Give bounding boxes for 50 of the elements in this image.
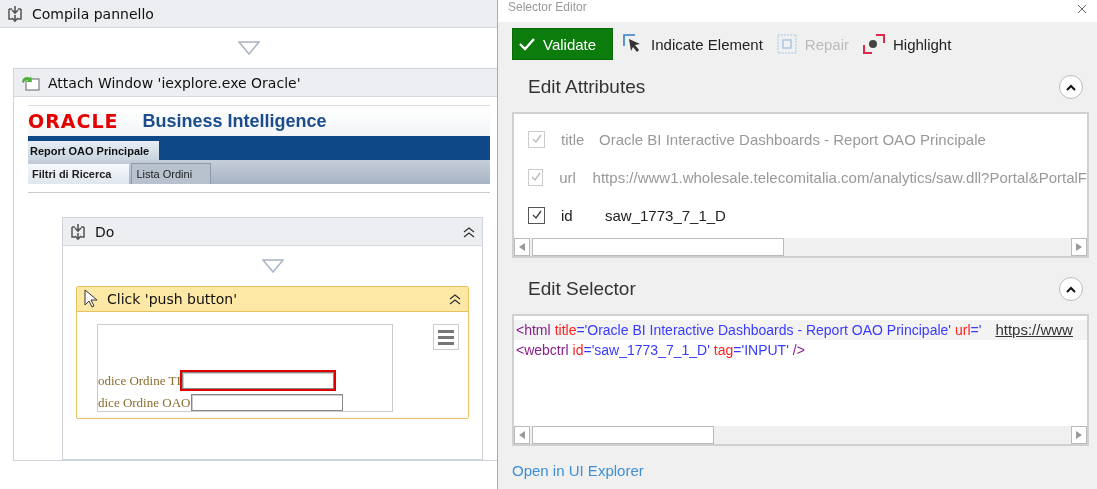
checkmark-icon — [530, 133, 543, 145]
selector-editor-field[interactable]: <html title='Oracle BI Interactive Dashboards - Report OAO Principale' url=' https://www <webctrl id='saw_1773_7_1_D' tag='INPUT' /> — [512, 314, 1089, 446]
checkbox[interactable] — [528, 206, 545, 224]
chevron-up-icon — [1065, 285, 1077, 293]
cursor-icon — [83, 289, 99, 309]
scroll-right-icon[interactable] — [1076, 431, 1082, 439]
drop-arrow-icon — [261, 259, 284, 273]
indicate-button[interactable]: Indicate Element — [619, 28, 767, 60]
attribute-name: url — [559, 168, 577, 186]
attribute-value: saw_1773_7_1_D — [605, 206, 726, 224]
sequence-icon — [69, 222, 87, 241]
drop-arrow-icon — [237, 41, 260, 55]
horizontal-scrollbar[interactable] — [514, 426, 1087, 444]
attribute-value: Oracle BI Interactive Dashboards - Report OAO Principale — [599, 130, 986, 148]
highlight-button[interactable]: Highlight — [859, 28, 956, 60]
activity-title: Compila pannello — [32, 5, 155, 22]
dialog-title: Selector Editor — [508, 0, 587, 14]
attribute-name: id — [561, 206, 574, 224]
attribute-name: title — [561, 130, 586, 148]
field-label: dice Ordine OAO — [98, 394, 191, 411]
section-title: Edit Attributes — [528, 76, 646, 98]
close-icon[interactable] — [1077, 4, 1087, 14]
checkmark-icon — [530, 209, 543, 221]
scroll-left-icon[interactable] — [519, 243, 525, 251]
collapse-button[interactable] — [1059, 277, 1083, 301]
attribute-value: https://www1.wholesale.telecomitalia.com/analytics/saw.dll?Portal&PortalF — [592, 168, 1087, 186]
horizontal-scrollbar[interactable] — [514, 238, 1087, 256]
product-title: Business Intelligence — [142, 110, 327, 132]
field-label: odice Ordine TI — [98, 372, 181, 389]
chevron-up-icon — [1065, 83, 1077, 91]
highlight-icon — [863, 34, 885, 54]
dashboard-tab[interactable]: Report OAO Principale — [28, 141, 160, 160]
collapse-icon[interactable] — [462, 225, 476, 238]
checkmark-icon — [529, 171, 542, 183]
section-title: Edit Selector — [528, 278, 636, 300]
activity-title: Click 'push button' — [107, 291, 239, 307]
activity-title: Do — [95, 223, 116, 240]
collapse-icon[interactable] — [448, 293, 462, 305]
validate-button[interactable]: Validate — [512, 28, 614, 60]
check-icon — [519, 37, 535, 51]
page-tab[interactable]: Filtri di Ricerca — [28, 164, 130, 184]
collapse-button[interactable] — [1059, 75, 1083, 99]
menu-button[interactable] — [433, 324, 459, 350]
scroll-left-icon[interactable] — [519, 431, 525, 439]
scroll-right-icon[interactable] — [1076, 243, 1082, 251]
sequence-icon — [6, 4, 24, 23]
repair-icon — [776, 34, 797, 54]
activity-title: Attach Window 'iexplore.exe Oracle' — [48, 74, 302, 91]
page-tab[interactable]: Lista Ordini — [131, 163, 212, 184]
brand-logo: ORACLE — [28, 110, 119, 132]
